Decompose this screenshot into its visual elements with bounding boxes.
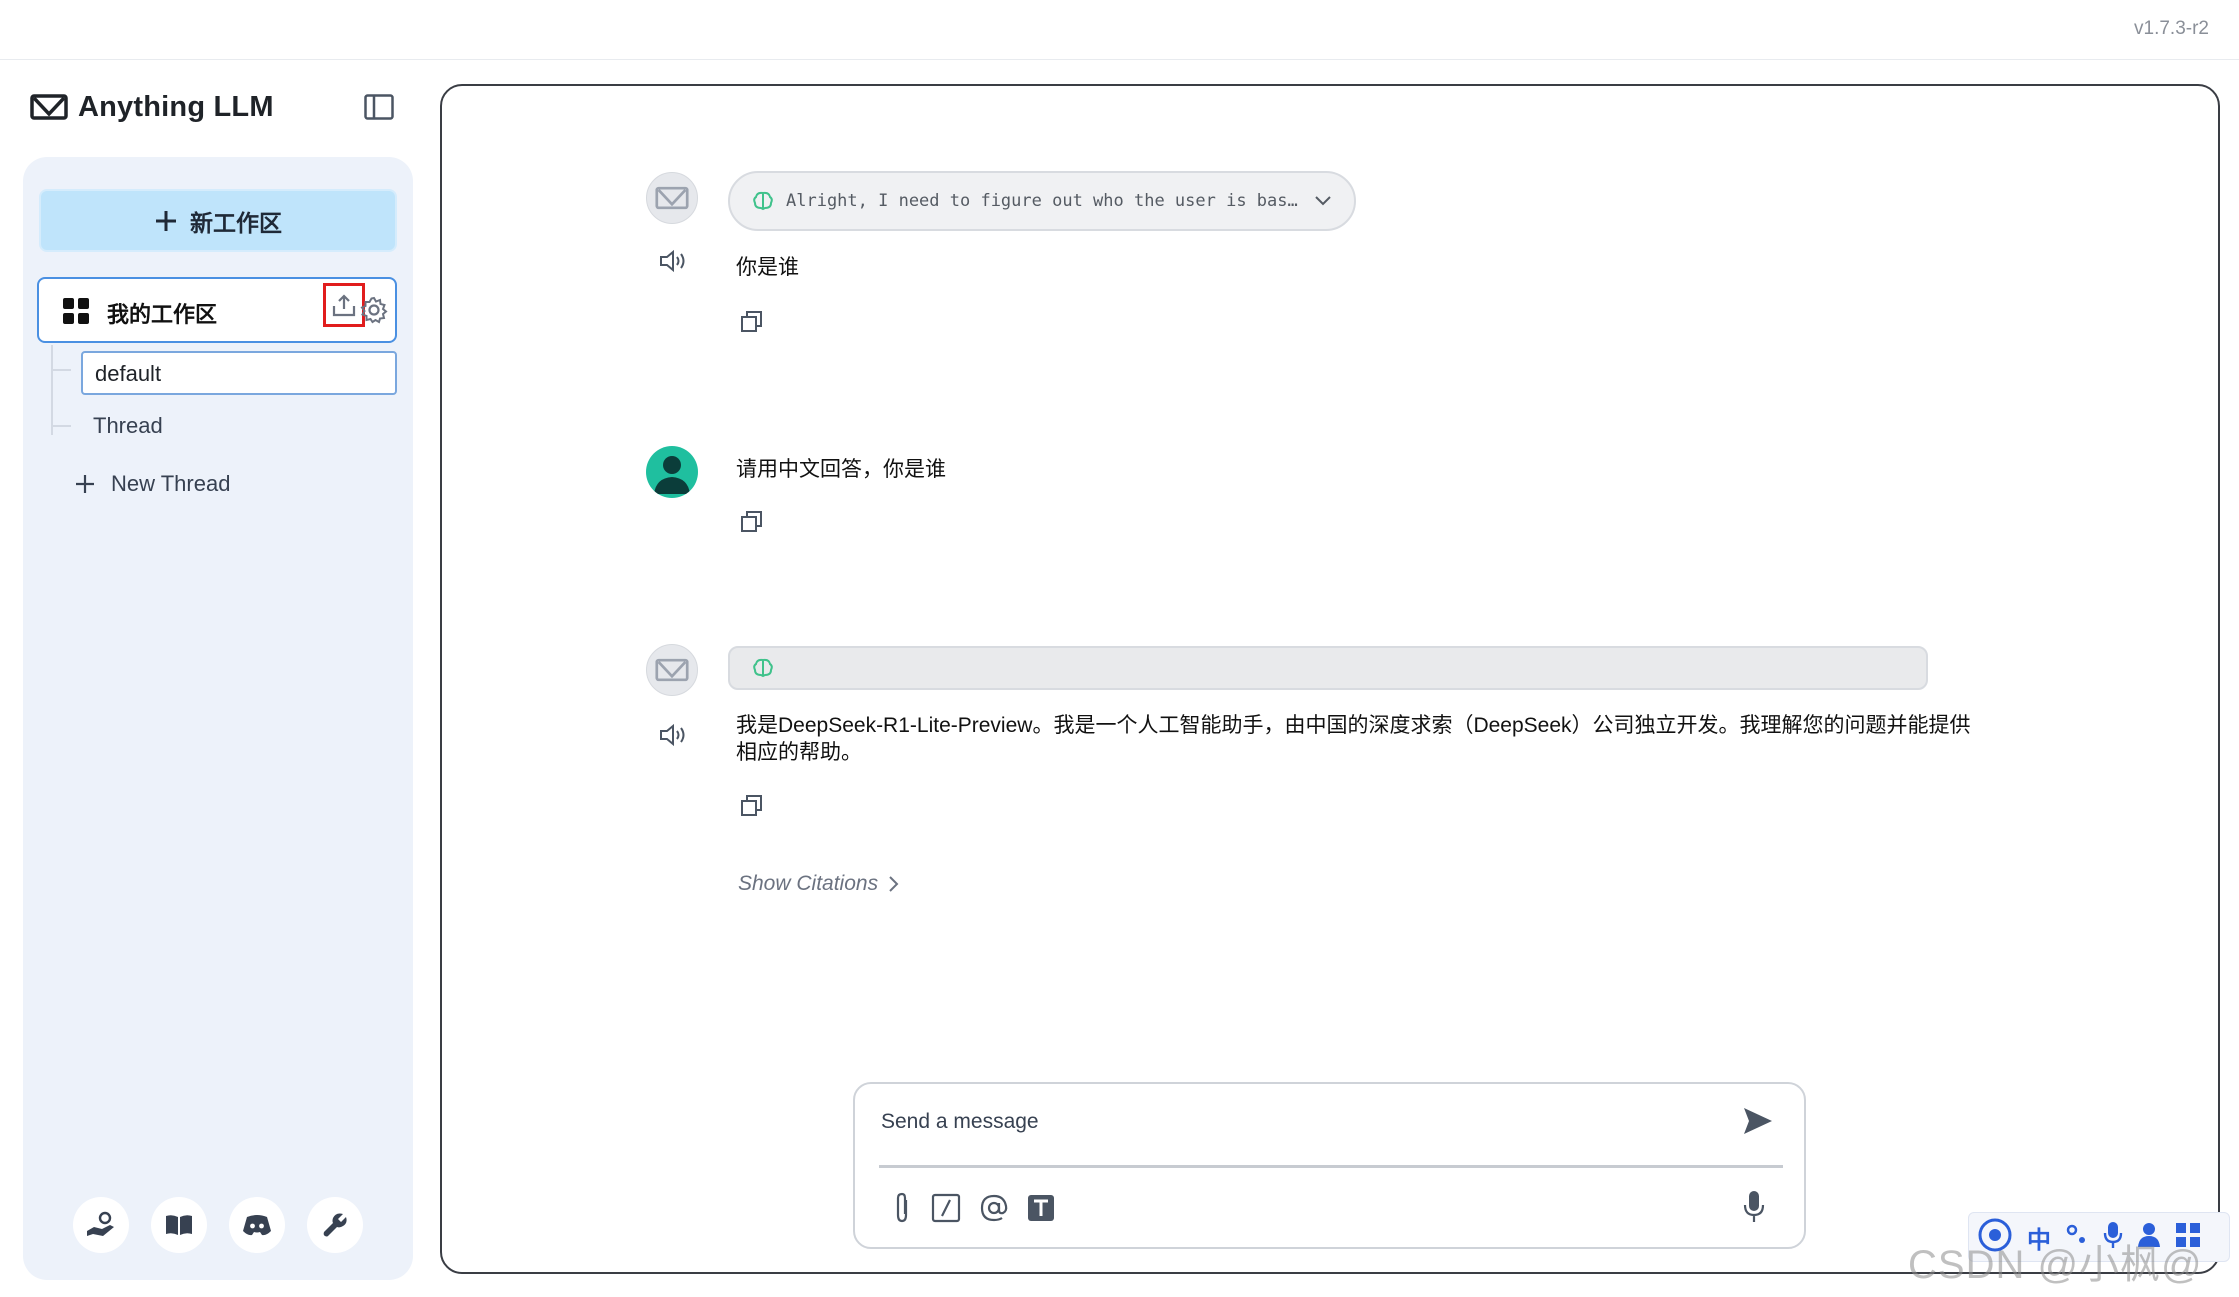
slash-command-icon <box>931 1193 961 1223</box>
sidebar-panel-icon <box>364 94 394 120</box>
composer-divider <box>879 1165 1783 1168</box>
copy-icon <box>741 311 762 332</box>
sidebar: 新工作区 我的工作区 default Thread New Thread <box>23 157 413 1280</box>
show-citations-button[interactable]: Show Citations <box>738 872 900 896</box>
message-text: 我是DeepSeek-R1-Lite-Preview。我是一个人工智能助手，由中… <box>736 712 2036 766</box>
brand-name: Anything LLM <box>78 90 274 123</box>
workspace-item[interactable]: 我的工作区 <box>37 277 397 343</box>
book-open-icon <box>166 1215 192 1235</box>
copy-button[interactable] <box>740 794 764 823</box>
plus-icon <box>76 475 94 493</box>
text-size-button[interactable] <box>1027 1194 1055 1227</box>
anythingllm-logo-icon <box>655 186 689 210</box>
chevron-down-icon <box>1315 196 1331 206</box>
discord-button[interactable] <box>229 1197 285 1253</box>
top-bar: v1.7.3-r2 <box>0 0 2239 60</box>
microphone-button[interactable] <box>1742 1190 1766 1229</box>
copy-icon <box>741 511 762 532</box>
copy-button[interactable] <box>740 510 764 539</box>
brand: Anything LLM <box>30 87 274 127</box>
thought-summary[interactable] <box>728 646 1928 690</box>
hand-heart-icon <box>87 1211 114 1236</box>
docs-button[interactable] <box>151 1197 207 1253</box>
workspace-settings-button[interactable] <box>359 295 389 330</box>
brain-icon <box>753 658 773 678</box>
plus-icon <box>156 210 176 231</box>
thread-tree-line <box>51 345 53 435</box>
message-text: 你是谁 <box>736 256 799 279</box>
sidebar-toggle-button[interactable] <box>364 94 394 120</box>
sidebar-footer <box>73 1197 363 1253</box>
show-citations-label: Show Citations <box>738 872 879 895</box>
text-size-icon <box>1028 1195 1054 1221</box>
discord-icon <box>243 1215 271 1236</box>
wrench-icon <box>323 1213 347 1237</box>
new-workspace-button[interactable]: 新工作区 <box>39 189 397 252</box>
new-thread-label: New Thread <box>111 471 231 496</box>
message-composer <box>853 1082 1806 1249</box>
message-input[interactable] <box>881 1102 1681 1142</box>
thread-item-thread[interactable]: Thread <box>93 413 163 439</box>
assistant-avatar <box>646 644 698 696</box>
message-line: 相应的帮助。 <box>736 741 862 764</box>
settings-button[interactable] <box>307 1197 363 1253</box>
microphone-icon <box>1743 1191 1765 1222</box>
attach-button[interactable] <box>891 1192 913 1229</box>
new-thread-button[interactable]: New Thread <box>75 471 230 497</box>
speaker-button[interactable] <box>658 723 688 752</box>
user-avatar <box>646 446 698 498</box>
gear-icon <box>360 296 388 324</box>
speaker-icon <box>660 723 685 747</box>
thread-tree-branch <box>51 425 71 427</box>
copy-button[interactable] <box>740 310 764 339</box>
message-line: 我是DeepSeek-R1-Lite-Preview。我是一个人工智能助手，由中… <box>736 714 1971 737</box>
thread-tree-branch <box>51 369 71 371</box>
at-sign-icon <box>980 1194 1008 1222</box>
slash-commands-button[interactable] <box>931 1193 961 1228</box>
paperclip-icon <box>896 1192 908 1223</box>
speaker-button[interactable] <box>658 249 688 278</box>
agent-mention-button[interactable] <box>979 1193 1009 1228</box>
speaker-icon <box>660 249 685 273</box>
copy-icon <box>741 795 762 816</box>
user-icon <box>654 456 690 494</box>
workspace-name: 我的工作区 <box>107 302 218 327</box>
grid-icon <box>63 298 89 329</box>
new-workspace-label: 新工作区 <box>190 209 282 236</box>
send-icon <box>1744 1108 1772 1134</box>
composer-tools <box>891 1192 1055 1229</box>
thought-text: Alright, I need to figure out who the us… <box>786 191 1298 211</box>
upload-icon <box>332 294 356 317</box>
send-button[interactable] <box>1742 1106 1774 1141</box>
message-text: 请用中文回答，你是谁 <box>736 458 946 481</box>
watermark: CSDN @小枫@码 <box>1908 1243 2203 1287</box>
brain-icon <box>753 191 773 211</box>
assistant-avatar <box>646 172 698 224</box>
chevron-right-icon <box>889 876 899 892</box>
thread-item-default[interactable]: default <box>81 351 397 395</box>
app-version: v1.7.3-r2 <box>2134 18 2209 39</box>
thought-summary[interactable]: Alright, I need to figure out who the us… <box>728 171 1356 231</box>
anythingllm-logo-icon <box>30 94 68 120</box>
support-button[interactable] <box>73 1197 129 1253</box>
anythingllm-logo-icon <box>655 658 689 682</box>
